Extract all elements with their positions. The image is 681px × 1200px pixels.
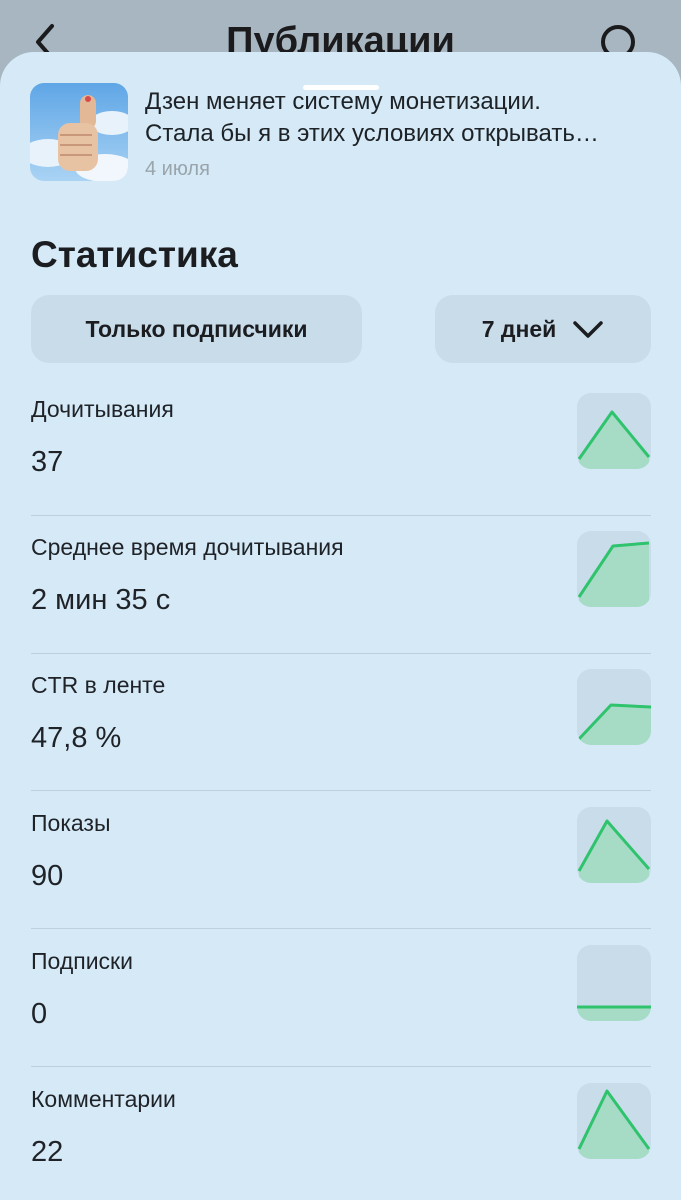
metric-value-subscriptions: 0 bbox=[31, 998, 48, 1030]
publication-thumbnail[interactable] bbox=[30, 83, 128, 181]
metric-value-ctr: 47,8 % bbox=[31, 722, 122, 754]
publication-title-line2: Стала бы я в этих условиях открывать… bbox=[145, 120, 599, 147]
chevron-down-icon bbox=[573, 321, 604, 338]
metric-value-impressions: 90 bbox=[31, 860, 64, 892]
sparkline-impressions[interactable] bbox=[577, 807, 651, 883]
subscribers-only-filter[interactable]: Только подписчики bbox=[31, 295, 362, 363]
period-dropdown[interactable]: 7 дней bbox=[435, 295, 651, 363]
sparkline-reads[interactable] bbox=[577, 393, 651, 469]
metric-label-subscriptions: Подписки bbox=[31, 948, 133, 974]
metric-label-ctr: CTR в ленте bbox=[31, 672, 166, 698]
sparkline-subscriptions[interactable] bbox=[577, 945, 651, 1021]
sparkline-ctr[interactable] bbox=[577, 669, 651, 745]
metric-value-avg-read-time: 2 мин 35 с bbox=[31, 584, 171, 616]
metric-value-comments: 22 bbox=[31, 1136, 64, 1168]
subscribers-only-label: Только подписчики bbox=[85, 315, 308, 342]
metric-label-avg-read-time: Среднее время дочитывания bbox=[31, 534, 344, 560]
sparkline-avg-read-time[interactable] bbox=[577, 531, 651, 607]
divider bbox=[31, 515, 651, 516]
publication-title-line1: Дзен меняет систему монетизации. bbox=[145, 88, 541, 115]
period-label: 7 дней bbox=[481, 315, 557, 342]
metric-label-reads: Дочитывания bbox=[31, 396, 174, 422]
metric-label-comments: Комментарии bbox=[31, 1086, 176, 1112]
divider bbox=[31, 928, 651, 929]
sparkline-comments[interactable] bbox=[577, 1083, 651, 1159]
publication-date: 4 июля bbox=[145, 158, 210, 180]
metric-label-impressions: Показы bbox=[31, 810, 111, 836]
statistics-sheet bbox=[0, 52, 681, 1200]
publication-title[interactable]: Дзен меняет систему монетизации. Стала б… bbox=[145, 86, 655, 150]
divider bbox=[31, 653, 651, 654]
divider bbox=[31, 1066, 651, 1067]
divider bbox=[31, 790, 651, 791]
statistics-title: Статистика bbox=[31, 234, 238, 275]
metric-value-reads: 37 bbox=[31, 446, 64, 478]
thumbs-up-photo bbox=[30, 83, 128, 181]
